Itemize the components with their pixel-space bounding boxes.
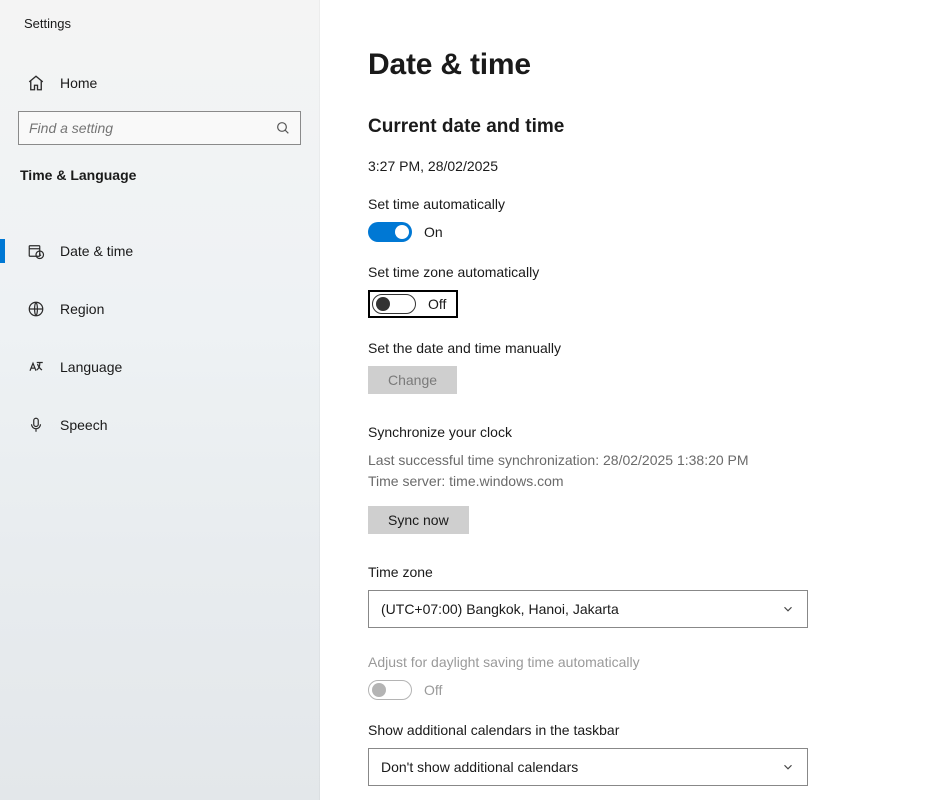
sidebar-item-label: Language xyxy=(60,359,122,375)
microphone-icon xyxy=(26,415,46,435)
category-heading: Time & Language xyxy=(20,167,301,183)
globe-icon xyxy=(26,299,46,319)
sidebar-item-region[interactable]: Region xyxy=(18,291,301,327)
set-zone-auto-label: Set time zone automatically xyxy=(368,264,898,280)
sidebar-item-date-time[interactable]: Date & time xyxy=(18,233,301,269)
nav-home[interactable]: Home xyxy=(18,65,301,101)
current-heading: Current date and time xyxy=(368,116,898,138)
set-time-auto-toggle[interactable] xyxy=(368,222,412,242)
sync-server-label: Time server: xyxy=(368,473,445,489)
set-time-auto-label: Set time automatically xyxy=(368,196,898,212)
change-button[interactable]: Change xyxy=(368,366,457,394)
language-icon xyxy=(26,357,46,377)
sidebar-item-label: Region xyxy=(60,301,104,317)
timezone-label: Time zone xyxy=(368,564,898,580)
nav-home-label: Home xyxy=(60,75,97,91)
manual-label: Set the date and time manually xyxy=(368,340,898,356)
dst-state: Off xyxy=(424,682,442,698)
timezone-value: (UTC+07:00) Bangkok, Hanoi, Jakarta xyxy=(381,601,619,617)
sync-server-value: time.windows.com xyxy=(449,473,563,489)
dst-label: Adjust for daylight saving time automati… xyxy=(368,654,898,670)
sync-now-button[interactable]: Sync now xyxy=(368,506,469,534)
set-zone-auto-toggle[interactable] xyxy=(372,294,416,314)
sidebar-item-label: Speech xyxy=(60,417,107,433)
calendar-clock-icon xyxy=(26,241,46,261)
addcal-label: Show additional calendars in the taskbar xyxy=(368,722,898,738)
sync-last-label: Last successful time synchronization: xyxy=(368,452,599,468)
set-zone-auto-state: Off xyxy=(428,296,446,312)
sync-last-value: 28/02/2025 1:38:20 PM xyxy=(603,452,749,468)
page-title: Date & time xyxy=(368,48,898,82)
search-input[interactable] xyxy=(18,111,301,145)
app-title: Settings xyxy=(24,16,301,31)
search-wrap xyxy=(18,111,301,145)
dst-toggle xyxy=(368,680,412,700)
chevron-down-icon xyxy=(781,602,795,616)
sidebar-item-label: Date & time xyxy=(60,243,133,259)
sidebar-item-speech[interactable]: Speech xyxy=(18,407,301,443)
addcal-value: Don't show additional calendars xyxy=(381,759,578,775)
sidebar-item-language[interactable]: Language xyxy=(18,349,301,385)
chevron-down-icon xyxy=(781,760,795,774)
current-datetime: 3:27 PM, 28/02/2025 xyxy=(368,158,898,174)
sync-info: Last successful time synchronization: 28… xyxy=(368,450,898,492)
timezone-dropdown[interactable]: (UTC+07:00) Bangkok, Hanoi, Jakarta xyxy=(368,590,808,628)
set-zone-auto-highlight: Off xyxy=(368,290,458,318)
set-time-auto-state: On xyxy=(424,224,443,240)
addcal-dropdown[interactable]: Don't show additional calendars xyxy=(368,748,808,786)
sidebar: Settings Home Time & Language Date & tim… xyxy=(0,0,320,800)
home-icon xyxy=(26,73,46,93)
main-content: Date & time Current date and time 3:27 P… xyxy=(320,0,946,800)
sync-heading: Synchronize your clock xyxy=(368,424,898,440)
search-icon xyxy=(275,120,291,136)
